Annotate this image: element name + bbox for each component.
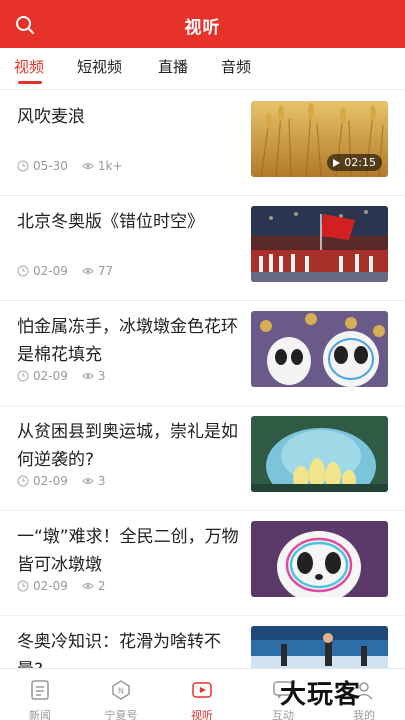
item-title: 怕金属冻手，冰墩墩金色花环是棉花填充 [17, 317, 238, 365]
clock-icon [17, 160, 29, 172]
clock-icon [17, 370, 29, 382]
tabbar-label: 视听 [191, 709, 213, 720]
duration-text: 02:15 [344, 156, 376, 169]
list-item[interactable]: 风吹麦浪 05-30 1k+ 02:15 [0, 91, 405, 196]
item-meta: 02-09 2 [17, 579, 106, 593]
item-date: 02-09 [33, 474, 68, 488]
list-item[interactable]: 怕金属冻手，冰墩墩金色花环是棉花填充 02-09 3 [0, 301, 405, 406]
clock-icon [17, 265, 29, 277]
item-meta: 05-30 1k+ [17, 159, 123, 173]
item-views: 3 [97, 369, 106, 383]
item-date: 02-09 [33, 369, 68, 383]
app-header: 视听 [0, 0, 405, 48]
eye-icon [82, 478, 94, 484]
item-date: 05-30 [33, 159, 68, 173]
list-item[interactable]: 一“墩”难求！全民二创，万物皆可冰墩墩 02-09 2 [0, 511, 405, 616]
item-meta: 02-09 77 [17, 264, 113, 278]
page-title: 视听 [184, 18, 221, 38]
item-date: 02-09 [33, 264, 68, 278]
item-views: 1k+ [97, 159, 123, 173]
tabbar-item-news[interactable]: 新闻 [10, 673, 70, 720]
item-title: 冬奥冷知识：花滑为啥转不晕? [17, 632, 221, 668]
item-views: 3 [97, 474, 106, 488]
eye-icon [82, 583, 94, 589]
thumbnail-wheat-field[interactable]: 02:15 [251, 101, 388, 177]
item-views: 2 [97, 579, 106, 593]
svg-text:N: N [118, 687, 124, 696]
category-tabs: 视频 短视频 直播 音频 [0, 48, 405, 90]
eye-icon [82, 163, 94, 169]
clock-icon [17, 475, 29, 487]
clock-icon [17, 580, 29, 592]
eye-icon [82, 373, 94, 379]
thumbnail-bing-dwen-dwen-mascots[interactable] [251, 311, 388, 387]
item-title: 从贫困县到奥运城，崇礼是如何逆袭的? [17, 422, 238, 470]
watermark: 大玩客 [280, 680, 362, 710]
item-meta: 02-09 3 [17, 369, 106, 383]
item-title: 一“墩”难求！全民二创，万物皆可冰墩墩 [17, 527, 239, 575]
thumbnail-figure-skating[interactable] [251, 626, 388, 668]
list-item[interactable]: 冬奥冷知识：花滑为啥转不晕? [0, 616, 405, 668]
item-views: 77 [97, 264, 114, 278]
thumbnail-chongli-landscape[interactable] [251, 416, 388, 492]
item-title: 北京冬奥版《错位时空》 [17, 212, 204, 232]
active-tab-indicator [18, 81, 42, 84]
tab-live[interactable]: 直播 [158, 56, 188, 77]
eye-icon [82, 268, 94, 274]
tab-video[interactable]: 视频 [14, 56, 44, 77]
item-meta: 02-09 3 [17, 474, 106, 488]
item-date: 02-09 [33, 579, 68, 593]
list-item[interactable]: 从贫困县到奥运城，崇礼是如何逆袭的? 02-09 3 [0, 406, 405, 511]
duration-badge: 02:15 [327, 154, 382, 171]
tab-audio[interactable]: 音频 [221, 56, 251, 77]
thumbnail-olympic-flag-ceremony[interactable] [251, 206, 388, 282]
item-title: 风吹麦浪 [17, 107, 85, 127]
tabbar-label: 新闻 [29, 709, 51, 720]
tabbar-label: 宁夏号 [104, 709, 138, 720]
tabbar-item-video[interactable]: 视听 [172, 673, 232, 720]
video-icon [192, 682, 212, 698]
tabbar-item-ningxia[interactable]: N 宁夏号 [91, 673, 151, 720]
ningxia-icon: N [112, 680, 130, 700]
play-icon [333, 158, 341, 167]
news-icon [31, 680, 49, 700]
list-item[interactable]: 北京冬奥版《错位时空》 02-09 77 [0, 196, 405, 301]
thumbnail-bing-dwen-dwen-closeup[interactable] [251, 521, 388, 597]
tab-short-video[interactable]: 短视频 [77, 56, 122, 77]
